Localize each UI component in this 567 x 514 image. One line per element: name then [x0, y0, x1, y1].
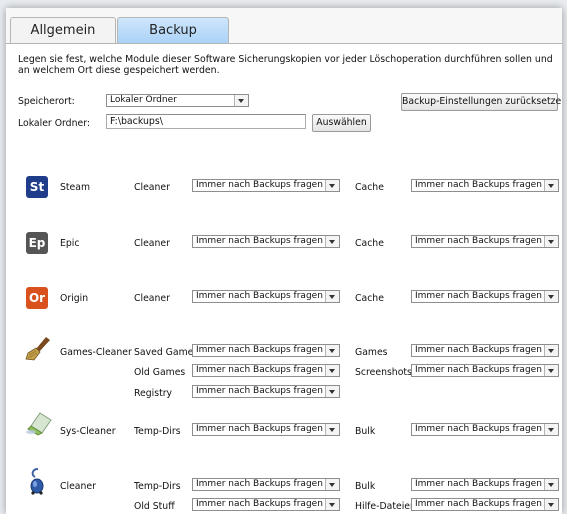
- epic-cache-select[interactable]: Immer nach Backups fragen: [411, 235, 559, 248]
- select-value: Immer nach Backups fragen: [415, 180, 542, 190]
- chevron-down-icon: [234, 95, 248, 106]
- speicherort-select[interactable]: Lokaler Ordner: [106, 94, 249, 107]
- old-games-select[interactable]: Immer nach Backups fragen: [192, 364, 340, 377]
- chevron-down-icon: [325, 180, 339, 191]
- select-value: Immer nach Backups fragen: [415, 424, 542, 434]
- chevron-down-icon: [544, 479, 558, 490]
- origin-cache-label: Cache: [355, 293, 384, 304]
- tab-backup[interactable]: Backup: [117, 17, 229, 44]
- registry-label: Registry: [134, 388, 173, 399]
- reset-backup-settings-button[interactable]: Backup-Einstellungen zurücksetzen: [401, 93, 562, 111]
- select-value: Immer nach Backups fragen: [196, 424, 323, 434]
- chevron-down-icon: [325, 479, 339, 490]
- select-value: Immer nach Backups fragen: [196, 236, 323, 246]
- select-value: Immer nach Backups fragen: [415, 499, 542, 509]
- speicherort-value: Lokaler Ordner: [110, 95, 177, 105]
- select-value: Immer nach Backups fragen: [415, 365, 542, 375]
- saved-games-select[interactable]: Immer nach Backups fragen: [192, 344, 340, 357]
- hilfe-dateien-select[interactable]: Immer nach Backups fragen: [411, 498, 559, 511]
- chevron-down-icon: [325, 386, 339, 397]
- chevron-down-icon: [325, 365, 339, 376]
- select-value: Immer nach Backups fragen: [196, 291, 323, 301]
- module-name-origin: Origin: [60, 293, 89, 304]
- origin-cleaner-label: Cleaner: [134, 293, 170, 304]
- select-value: Immer nach Backups fragen: [196, 386, 323, 396]
- tab-bar: Allgemein Backup: [6, 8, 562, 44]
- screenshots-label: Screenshots: [355, 367, 412, 378]
- chevron-down-icon: [544, 236, 558, 247]
- select-value: Immer nach Backups fragen: [196, 499, 323, 509]
- chevron-down-icon: [544, 291, 558, 302]
- saved-games-label: Saved Games: [134, 347, 199, 358]
- origin-icon: Or: [26, 287, 48, 309]
- folder-label: Lokaler Ordner:: [18, 118, 90, 129]
- epic-cache-label: Cache: [355, 238, 384, 249]
- broom-icon: [25, 337, 50, 361]
- epic-icon: Ep: [26, 232, 48, 254]
- cleaner-bulk-label: Bulk: [355, 481, 376, 492]
- sys-temp-dirs-select[interactable]: Immer nach Backups fragen: [192, 423, 340, 436]
- registry-select[interactable]: Immer nach Backups fragen: [192, 385, 340, 398]
- steam-cleaner-select[interactable]: Immer nach Backups fragen: [192, 179, 340, 192]
- folder-path-input[interactable]: F:\backups\: [106, 114, 306, 129]
- old-stuff-label: Old Stuff: [134, 501, 175, 512]
- description-text: Legen sie fest, welche Module dieser Sof…: [18, 54, 553, 76]
- steam-cleaner-label: Cleaner: [134, 182, 170, 193]
- epic-cleaner-label: Cleaner: [134, 238, 170, 249]
- module-name-epic: Epic: [60, 238, 80, 249]
- vacuum-icon: [30, 468, 44, 495]
- eraser-icon: [26, 412, 52, 436]
- epic-cleaner-select[interactable]: Immer nach Backups fragen: [192, 235, 340, 248]
- sys-bulk-select[interactable]: Immer nach Backups fragen: [411, 423, 559, 436]
- steam-icon: St: [26, 176, 48, 198]
- sys-bulk-label: Bulk: [355, 426, 376, 437]
- module-name-steam: Steam: [60, 182, 91, 193]
- module-name-cleaner: Cleaner: [60, 481, 96, 492]
- chevron-down-icon: [544, 424, 558, 435]
- speicherort-label: Speicherort:: [18, 96, 75, 107]
- steam-cache-select[interactable]: Immer nach Backups fragen: [411, 179, 559, 192]
- hilfe-dateien-label: Hilfe-Dateien: [355, 501, 416, 512]
- module-name-games-cleaner: Games-Cleaner: [60, 347, 132, 358]
- select-value: Immer nach Backups fragen: [415, 479, 542, 489]
- chevron-down-icon: [325, 291, 339, 302]
- sys-temp-dirs-label: Temp-Dirs: [134, 426, 181, 437]
- select-value: Immer nach Backups fragen: [415, 291, 542, 301]
- cleaner-temp-dirs-label: Temp-Dirs: [134, 481, 181, 492]
- origin-cleaner-select[interactable]: Immer nach Backups fragen: [192, 290, 340, 303]
- select-value: Immer nach Backups fragen: [415, 236, 542, 246]
- tab-divider: [6, 43, 562, 44]
- module-name-sys-cleaner: Sys-Cleaner: [60, 426, 116, 437]
- backup-settings-window: Allgemein Backup Legen sie fest, welche …: [6, 8, 562, 514]
- screenshots-select[interactable]: Immer nach Backups fragen: [411, 364, 559, 377]
- chevron-down-icon: [325, 345, 339, 356]
- select-value: Immer nach Backups fragen: [196, 180, 323, 190]
- select-value: Immer nach Backups fragen: [196, 365, 323, 375]
- chevron-down-icon: [325, 236, 339, 247]
- old-games-label: Old Games: [134, 367, 186, 378]
- old-stuff-select[interactable]: Immer nach Backups fragen: [192, 498, 340, 511]
- origin-cache-select[interactable]: Immer nach Backups fragen: [411, 290, 559, 303]
- chevron-down-icon: [544, 345, 558, 356]
- chevron-down-icon: [544, 365, 558, 376]
- cleaner-temp-dirs-select[interactable]: Immer nach Backups fragen: [192, 478, 340, 491]
- games-label: Games: [355, 347, 388, 358]
- choose-folder-button[interactable]: Auswählen: [312, 114, 371, 132]
- select-value: Immer nach Backups fragen: [196, 345, 323, 355]
- cleaner-bulk-select[interactable]: Immer nach Backups fragen: [411, 478, 559, 491]
- chevron-down-icon: [544, 499, 558, 510]
- select-value: Immer nach Backups fragen: [415, 345, 542, 355]
- select-value: Immer nach Backups fragen: [196, 479, 323, 489]
- tab-allgemein[interactable]: Allgemein: [10, 17, 116, 44]
- chevron-down-icon: [544, 180, 558, 191]
- chevron-down-icon: [325, 424, 339, 435]
- steam-cache-label: Cache: [355, 182, 384, 193]
- chevron-down-icon: [325, 499, 339, 510]
- games-select[interactable]: Immer nach Backups fragen: [411, 344, 559, 357]
